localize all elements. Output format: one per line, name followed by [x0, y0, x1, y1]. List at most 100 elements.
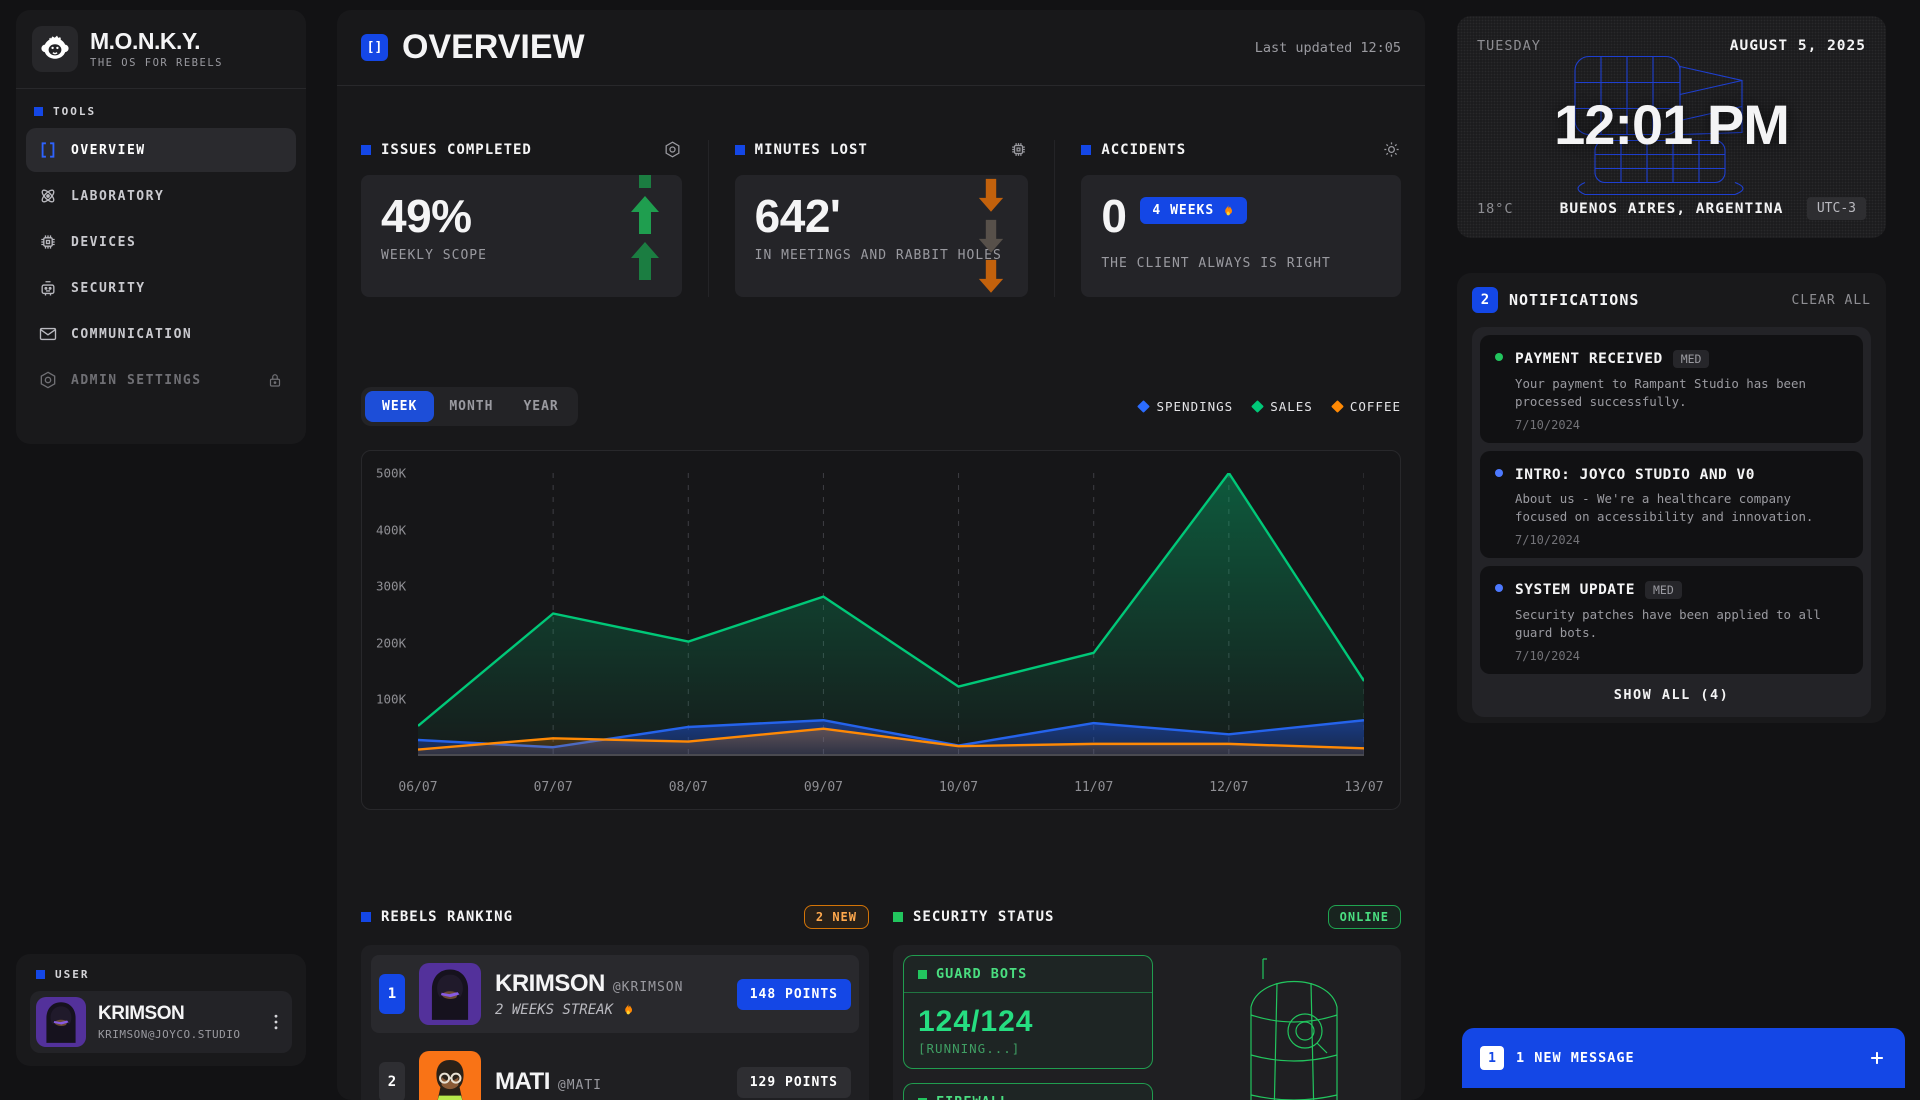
- stat-marker: [735, 145, 745, 155]
- sidebar-item-communication[interactable]: COMMUNICATION: [26, 312, 296, 356]
- stats-row: ISSUES COMPLETED 49% WEEKLY SCOPE MINUTE…: [337, 86, 1425, 297]
- stat-value: 0: [1101, 190, 1126, 242]
- stat-title: ACCIDENTS: [1101, 142, 1186, 158]
- user-email: KRIMSON@JOYCO.STUDIO: [98, 1028, 240, 1041]
- ranking-row[interactable]: 2 MATI @MATI 129 POINTS: [371, 1043, 859, 1100]
- rank-badge: 2: [379, 1062, 405, 1100]
- brand-name: M.O.N.K.Y.: [90, 29, 223, 53]
- clear-all-button[interactable]: CLEAR ALL: [1792, 293, 1871, 308]
- notifications-count-badge: 2: [1472, 287, 1498, 313]
- nav-list: OVERVIEW LABORATORY DEVICES SECURITY COM…: [16, 126, 306, 406]
- panel-title: REBELS RANKING: [381, 909, 513, 925]
- stat-card-accidents: ACCIDENTS 04 WEEKS THE CLIENT ALWAYS IS …: [1054, 140, 1401, 297]
- x-axis-tick: 10/07: [939, 780, 978, 795]
- fire-icon: [1221, 204, 1235, 218]
- trend-up-arrows-icon: [628, 175, 662, 297]
- rebel-streak: 2 WEEKS STREAK: [495, 1002, 683, 1018]
- stat-body: 49% WEEKLY SCOPE: [361, 175, 682, 297]
- main-header: [] OVERVIEW Last updated 12:05: [337, 10, 1425, 86]
- overview-brackets-icon: []: [361, 34, 388, 61]
- chart: 500K400K300K200K100K06/0707/0708/0709/07…: [361, 450, 1401, 810]
- x-axis-tick: 13/07: [1344, 780, 1383, 795]
- chip-icon: [38, 232, 58, 252]
- hex-gear-icon[interactable]: [663, 140, 682, 159]
- status-marker: [918, 970, 927, 979]
- stat-caption: WEEKLY SCOPE: [381, 248, 662, 263]
- legend-item: SPENDINGS: [1139, 399, 1233, 414]
- user-panel: USER KRIMSON KRIMSON@JOYCO.STUDIO: [16, 954, 306, 1066]
- brand-tagline: THE OS FOR REBELS: [90, 57, 223, 69]
- stat-value: 642': [755, 191, 1009, 242]
- tab-month[interactable]: MONTH: [434, 391, 508, 422]
- y-axis-tick: 100K: [376, 692, 406, 707]
- show-all-button[interactable]: SHOW ALL (4): [1480, 674, 1863, 709]
- ranking-row[interactable]: 1 KRIMSON@KRIMSON 2 WEEKS STREAK 148 POI…: [371, 955, 859, 1033]
- notification-body: Security patches have been applied to al…: [1515, 606, 1849, 642]
- sun-icon[interactable]: [1382, 140, 1401, 159]
- notifications-list: PAYMENT RECEIVEDMED Your payment to Ramp…: [1472, 327, 1871, 717]
- sidebar-item-devices[interactable]: DEVICES: [26, 220, 296, 264]
- clock-widget: TUESDAY AUGUST 5, 2025 12:01 PM 18°C BUE…: [1457, 16, 1886, 238]
- points-badge: 129 POINTS: [737, 1067, 851, 1098]
- stat-marker: [361, 145, 371, 155]
- sidebar-item-overview[interactable]: OVERVIEW: [26, 128, 296, 172]
- user-menu-kebab-icon[interactable]: [266, 1012, 286, 1032]
- avatar: [419, 963, 481, 1025]
- stat-caption: THE CLIENT ALWAYS IS RIGHT: [1101, 256, 1381, 271]
- plus-icon[interactable]: [1867, 1048, 1887, 1068]
- notification-status-dot: [1495, 469, 1503, 477]
- ranking-list: 1 KRIMSON@KRIMSON 2 WEEKS STREAK 148 POI…: [361, 945, 869, 1100]
- section-marker: [34, 107, 43, 116]
- nut-icon: [38, 370, 58, 390]
- new-message-bar[interactable]: 1 1 NEW MESSAGE: [1462, 1028, 1905, 1088]
- clock-day: TUESDAY: [1477, 38, 1541, 54]
- notification-card[interactable]: INTRO: JOYCO STUDIO AND V0 About us - We…: [1480, 451, 1863, 558]
- notifications-panel: 2 NOTIFICATIONS CLEAR ALL PAYMENT RECEIV…: [1457, 273, 1886, 723]
- lock-icon: [266, 371, 284, 389]
- user-card[interactable]: KRIMSON KRIMSON@JOYCO.STUDIO: [30, 991, 292, 1053]
- chart-toolbar: WEEK MONTH YEAR SPENDINGS SALES COFFEE: [337, 387, 1425, 426]
- sidebar-item-laboratory[interactable]: LABORATORY: [26, 174, 296, 218]
- chip-icon[interactable]: [1009, 140, 1028, 159]
- envelope-icon: [38, 324, 58, 344]
- fire-icon: [621, 1003, 635, 1017]
- sidebar-item-admin-settings[interactable]: ADMIN SETTINGS: [26, 358, 296, 402]
- guard-bots-status: [RUNNING...]: [904, 1041, 1152, 1068]
- notification-card[interactable]: PAYMENT RECEIVEDMED Your payment to Ramp…: [1480, 335, 1863, 443]
- rank-badge: 1: [379, 974, 405, 1014]
- x-axis-tick: 08/07: [669, 780, 708, 795]
- stat-card-minutes-lost: MINUTES LOST 642' IN MEETINGS AND RABBIT…: [708, 140, 1055, 297]
- rebel-handle: @MATI: [558, 1078, 602, 1093]
- chart-legend: SPENDINGS SALES COFFEE: [1139, 399, 1401, 414]
- legend-diamond-icon: [1138, 400, 1151, 413]
- legend-diamond-icon: [1251, 400, 1264, 413]
- notification-date: 7/10/2024: [1515, 649, 1849, 663]
- tab-week[interactable]: WEEK: [365, 391, 434, 422]
- bottom-row: REBELS RANKING 2 NEW 1 KRIMSON@KRIMSON 2…: [337, 905, 1425, 1100]
- online-badge: ONLINE: [1328, 905, 1401, 929]
- x-axis-tick: 09/07: [804, 780, 843, 795]
- priority-badge: MED: [1645, 581, 1682, 599]
- stat-marker: [1081, 145, 1091, 155]
- rebel-name: KRIMSON: [495, 970, 605, 997]
- sidebar-item-security[interactable]: SECURITY: [26, 266, 296, 310]
- priority-badge: MED: [1673, 350, 1710, 368]
- x-axis-tick: 12/07: [1209, 780, 1248, 795]
- robot-icon: [38, 278, 58, 298]
- trend-down-arrows-icon: [974, 175, 1008, 297]
- clock-time: 12:01 PM: [1457, 92, 1886, 157]
- notification-date: 7/10/2024: [1515, 418, 1849, 432]
- security-body: GUARD BOTS 124/124 [RUNNING...] FIREWALL: [893, 945, 1401, 1100]
- panel-title: SECURITY STATUS: [913, 909, 1054, 925]
- notification-card[interactable]: SYSTEM UPDATE MED Security patches have b…: [1480, 566, 1863, 674]
- last-updated: Last updated 12:05: [1255, 40, 1401, 56]
- y-axis-tick: 500K: [376, 466, 406, 481]
- main-content: [] OVERVIEW Last updated 12:05 ISSUES CO…: [337, 10, 1425, 1100]
- panel-marker: [361, 912, 371, 922]
- legend-item: SALES: [1253, 399, 1313, 414]
- monky-logo-icon: [32, 26, 78, 72]
- rebel-name: MATI: [495, 1068, 550, 1095]
- tools-section-label: TOOLS: [16, 89, 306, 126]
- tab-year[interactable]: YEAR: [508, 391, 573, 422]
- notification-title: SYSTEM UPDATE: [1515, 582, 1635, 598]
